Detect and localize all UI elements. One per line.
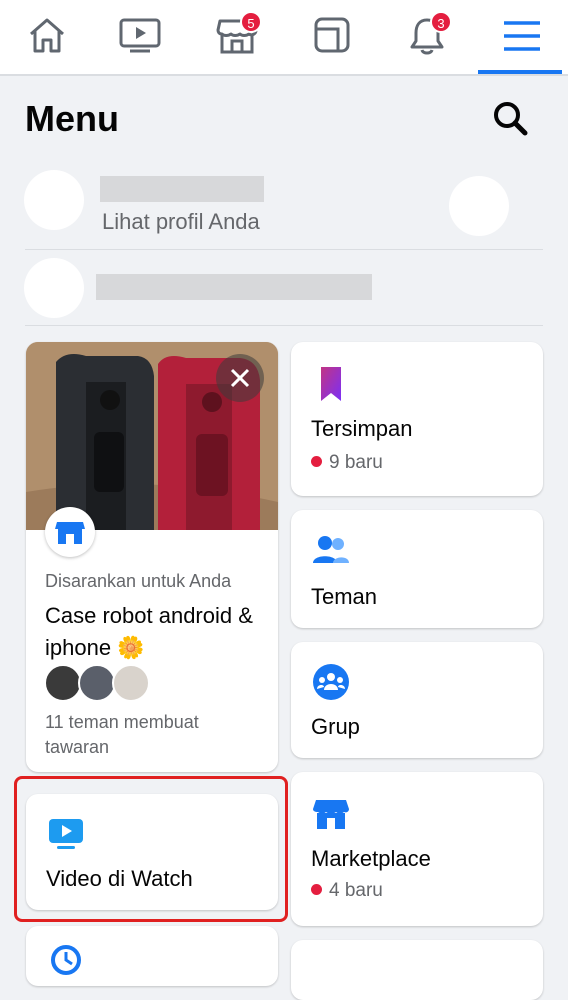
top-navigation: 5 3 — [0, 0, 568, 76]
profile-name-redacted[interactable] — [100, 176, 264, 202]
shortcut-marketplace[interactable]: Marketplace 4 baru — [291, 772, 543, 926]
profile-avatar[interactable] — [24, 170, 84, 230]
nav-marketplace[interactable]: 5 — [189, 0, 283, 74]
bookmark-icon — [321, 367, 341, 401]
nav-watch[interactable] — [94, 0, 188, 74]
friend-avatar — [44, 664, 82, 702]
new-dot — [311, 456, 322, 467]
shortcut-friends[interactable]: Teman — [291, 510, 543, 628]
shortcut-groups[interactable]: Grup — [291, 642, 543, 758]
highlight-box — [14, 776, 288, 922]
shortcut-sub: 9 baru — [311, 452, 383, 474]
marketplace-icon — [313, 800, 349, 829]
history-icon — [51, 945, 81, 975]
marketplace-badge: 5 — [240, 11, 262, 33]
search-button[interactable] — [490, 98, 530, 138]
friend-avatar — [78, 664, 116, 702]
shortcut-label: Teman — [311, 584, 378, 609]
nav-feeds[interactable] — [284, 0, 378, 74]
new-dot — [311, 884, 322, 895]
new-count: 4 baru — [329, 880, 383, 901]
page-name-redacted[interactable] — [96, 274, 372, 300]
nav-menu[interactable] — [474, 0, 568, 74]
friends-offer-text: 11 teman membuat tawaran — [45, 712, 199, 757]
suggested-label: Disarankan untuk Anda — [45, 571, 232, 591]
divider — [25, 249, 543, 250]
active-tab-indicator — [478, 70, 562, 74]
nav-home[interactable] — [0, 0, 94, 74]
divider — [25, 325, 543, 326]
page-avatar[interactable] — [24, 258, 84, 318]
view-profile-link[interactable]: Lihat profil Anda — [102, 209, 260, 235]
marketplace-shop-badge — [45, 507, 95, 557]
nav-notifications[interactable]: 3 — [379, 0, 473, 74]
notifications-badge: 3 — [430, 11, 452, 33]
close-icon — [230, 368, 250, 388]
product-title[interactable]: Case robot android & iphone 🌼 — [45, 600, 265, 664]
shortcut-next[interactable] — [291, 940, 543, 1000]
dismiss-button[interactable] — [216, 354, 264, 402]
page-title: Menu — [25, 98, 119, 139]
new-count: 9 baru — [329, 452, 383, 473]
shortcut-sub: 4 baru — [311, 880, 383, 902]
feeds-icon — [314, 17, 350, 53]
account-switcher-avatar[interactable] — [449, 176, 509, 236]
marketplace-suggestion-card[interactable]: Disarankan untuk Anda Case robot android… — [26, 342, 278, 772]
home-icon — [30, 18, 64, 53]
shortcut-saved[interactable]: Tersimpan 9 baru — [291, 342, 543, 496]
shortcut-label: Tersimpan — [311, 416, 413, 441]
groups-icon — [313, 664, 349, 700]
shop-icon — [55, 522, 85, 544]
friend-avatar — [112, 664, 150, 702]
product-image[interactable] — [26, 342, 278, 530]
shortcut-label: Marketplace — [311, 846, 431, 871]
shortcut-label: Grup — [311, 714, 360, 739]
shortcut-memories[interactable] — [26, 926, 278, 986]
search-icon — [494, 102, 528, 136]
watch-icon — [119, 18, 161, 53]
menu-icon — [504, 21, 540, 51]
friends-icon — [313, 536, 349, 563]
